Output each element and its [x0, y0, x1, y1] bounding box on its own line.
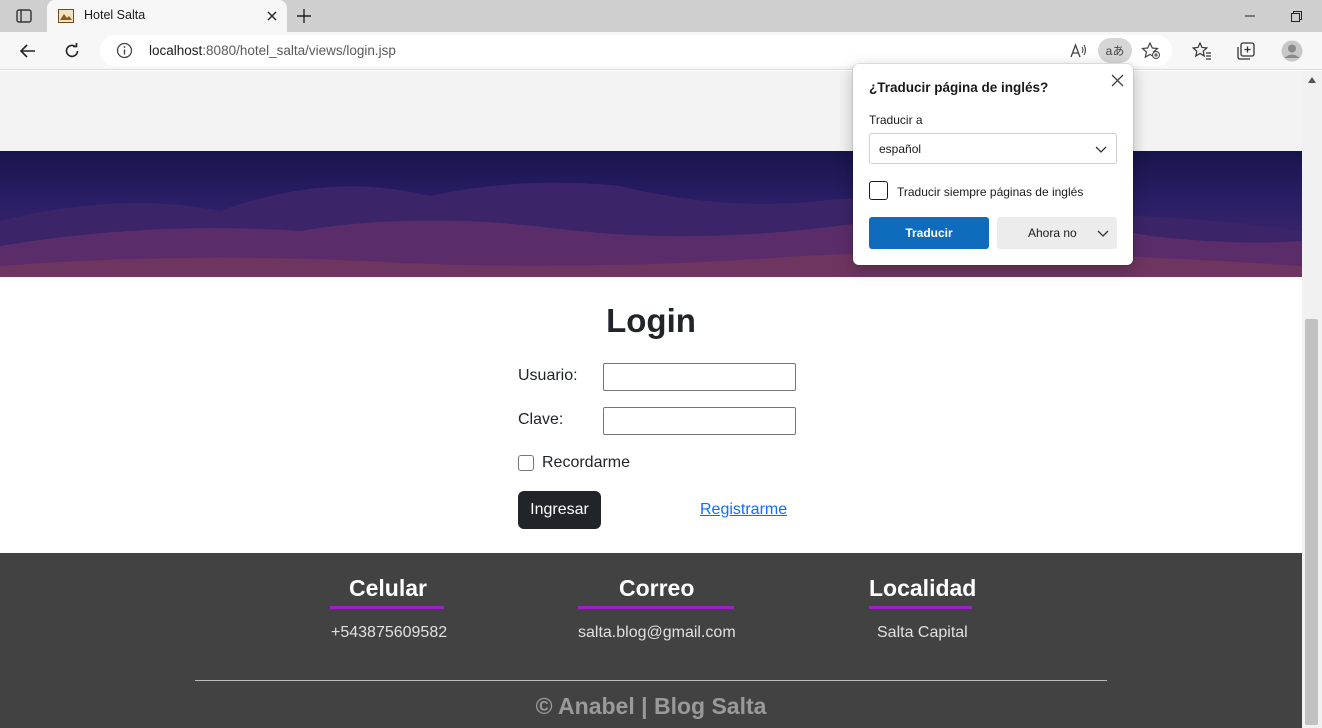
- page-scrollbar[interactable]: [1302, 71, 1322, 728]
- password-input[interactable]: [603, 407, 796, 435]
- scrollbar-thumb[interactable]: [1305, 319, 1318, 725]
- close-icon[interactable]: [1107, 70, 1127, 90]
- tab-hotel-salta[interactable]: Hotel Salta: [47, 0, 287, 32]
- footer-copyright: © Anabel | Blog Salta: [535, 693, 767, 719]
- tab-title: Hotel Salta: [84, 8, 146, 22]
- translate-popup-title: ¿Traducir página de inglés?: [869, 80, 1049, 95]
- footer-email-value: salta.blog@gmail.com: [578, 624, 736, 641]
- profile-avatar-icon[interactable]: [1278, 37, 1306, 65]
- translate-language-value: español: [879, 142, 922, 156]
- remember-checkbox[interactable]: [518, 455, 534, 471]
- new-tab-icon[interactable]: [292, 5, 316, 27]
- site-favicon-icon: [58, 8, 74, 24]
- reload-icon[interactable]: [58, 37, 86, 65]
- url-path: :8080/hotel_salta/views/login.jsp: [202, 43, 396, 58]
- translate-target-label: Traducir a: [869, 113, 923, 127]
- footer-phone-title: Celular: [349, 575, 427, 601]
- always-translate-checkbox[interactable]: [869, 181, 888, 200]
- url-host: localhost: [149, 43, 203, 58]
- translate-popup: ¿Traducir página de inglés? Traducir a e…: [853, 64, 1133, 265]
- register-link[interactable]: Registrarme: [700, 501, 787, 519]
- footer-divider: [195, 680, 1107, 681]
- footer-locality-title: Localidad: [869, 575, 977, 601]
- footer-email-underline: [578, 606, 734, 609]
- read-aloud-icon[interactable]: [1068, 40, 1090, 62]
- chevron-down-icon[interactable]: [1096, 226, 1110, 240]
- address-bar[interactable]: localhost:8080/hotel_salta/views/login.j…: [100, 35, 1172, 66]
- remember-label[interactable]: Recordarme: [542, 454, 630, 472]
- password-label: Clave:: [518, 411, 564, 428]
- tab-bar: Hotel Salta: [0, 0, 1322, 32]
- site-info-icon[interactable]: [116, 42, 133, 59]
- chevron-down-icon: [1094, 142, 1108, 156]
- back-icon[interactable]: [14, 37, 42, 65]
- footer-phone-value: +543875609582: [331, 624, 448, 641]
- footer-locality-underline: [869, 606, 972, 609]
- footer: Celular +543875609582 Correo salta.blog@…: [0, 553, 1302, 728]
- login-title: Login: [606, 302, 696, 339]
- translate-language-select[interactable]: español: [869, 133, 1117, 164]
- not-now-button[interactable]: Ahora no: [997, 217, 1117, 249]
- translate-icon[interactable]: aあ: [1098, 38, 1132, 63]
- url-text[interactable]: localhost:8080/hotel_salta/views/login.j…: [149, 43, 396, 58]
- restore-icon[interactable]: [1284, 6, 1308, 26]
- footer-phone-underline: [330, 606, 444, 609]
- tab-close-icon[interactable]: [263, 7, 281, 25]
- footer-locality-value: Salta Capital: [877, 624, 968, 641]
- not-now-label: Ahora no: [1028, 226, 1077, 240]
- favorites-icon[interactable]: [1188, 37, 1216, 65]
- collections-icon[interactable]: [1232, 37, 1260, 65]
- scroll-up-arrow-icon[interactable]: [1306, 74, 1318, 86]
- username-input[interactable]: [603, 363, 796, 391]
- username-label: Usuario:: [518, 367, 578, 384]
- tab-actions-icon[interactable]: [10, 6, 38, 26]
- footer-email-title: Correo: [619, 575, 695, 601]
- add-favorite-icon[interactable]: [1140, 40, 1162, 62]
- translate-button[interactable]: Traducir: [869, 217, 989, 249]
- minimize-icon[interactable]: [1238, 6, 1262, 26]
- login-submit-button[interactable]: Ingresar: [518, 491, 601, 529]
- always-translate-label[interactable]: Traducir siempre páginas de inglés: [897, 185, 1083, 199]
